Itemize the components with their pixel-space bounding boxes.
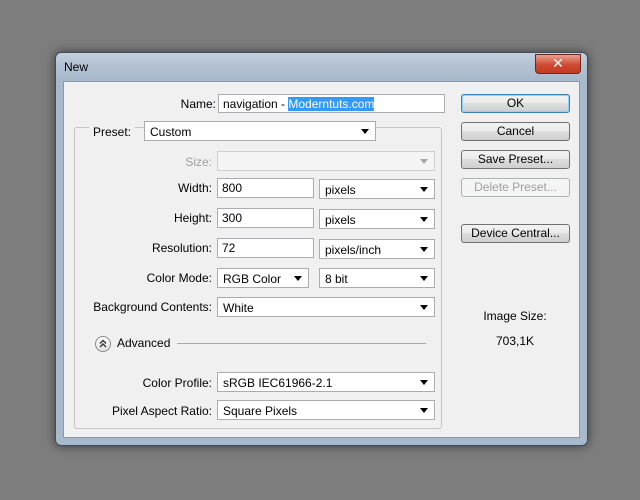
pixel-aspect-ratio-label: Pixel Aspect Ratio: bbox=[111, 404, 212, 418]
resolution-value: 72 bbox=[222, 241, 236, 255]
height-input[interactable]: 300 bbox=[217, 208, 314, 228]
height-label: Height: bbox=[173, 211, 212, 225]
pixel-aspect-ratio-value: Square Pixels bbox=[223, 404, 298, 418]
advanced-label[interactable]: Advanced bbox=[117, 336, 170, 350]
image-size-value: 703,1K bbox=[495, 334, 535, 348]
color-profile-value: sRGB IEC61966-2.1 bbox=[223, 376, 333, 390]
name-label: Name: bbox=[180, 97, 216, 111]
chevron-down-icon bbox=[420, 276, 428, 281]
name-selected-text: Moderntuts.com bbox=[288, 97, 375, 111]
bit-depth-value: 8 bit bbox=[325, 272, 348, 286]
save-preset-button[interactable]: Save Preset... bbox=[461, 150, 570, 169]
cancel-button[interactable]: Cancel bbox=[461, 122, 570, 141]
width-value: 800 bbox=[222, 181, 243, 195]
chevron-down-icon bbox=[420, 380, 428, 385]
chevron-down-icon bbox=[420, 408, 428, 413]
color-mode-label: Color Mode: bbox=[146, 271, 212, 285]
close-button[interactable]: ✕ bbox=[535, 54, 581, 74]
height-value: 300 bbox=[222, 211, 243, 225]
ok-button[interactable]: OK bbox=[461, 94, 570, 113]
dialog-body: Name: navigation - Moderntuts.com Preset… bbox=[63, 81, 580, 438]
chevron-down-icon bbox=[420, 159, 428, 164]
chevron-down-icon bbox=[420, 247, 428, 252]
width-input[interactable]: 800 bbox=[217, 178, 314, 198]
advanced-toggle-button[interactable] bbox=[95, 336, 111, 352]
name-text: navigation - bbox=[223, 97, 289, 111]
resolution-label: Resolution: bbox=[151, 241, 212, 255]
bit-depth-select[interactable]: 8 bit bbox=[319, 268, 435, 288]
delete-preset-button: Delete Preset... bbox=[461, 178, 570, 197]
new-document-dialog: New ✕ Name: navigation - Moderntuts.com … bbox=[55, 52, 588, 446]
color-profile-select[interactable]: sRGB IEC61966-2.1 bbox=[217, 372, 435, 392]
size-select bbox=[217, 151, 435, 171]
double-chevron-up-icon bbox=[99, 339, 107, 348]
preset-value: Custom bbox=[150, 125, 192, 139]
chevron-down-icon bbox=[294, 276, 302, 281]
size-label: Size: bbox=[185, 155, 212, 169]
color-mode-value: RGB Color bbox=[223, 272, 282, 286]
resolution-unit-select[interactable]: pixels/inch bbox=[319, 239, 435, 259]
chevron-down-icon bbox=[361, 129, 369, 134]
name-input[interactable]: navigation - Moderntuts.com bbox=[218, 94, 445, 113]
height-unit-select[interactable]: pixels bbox=[319, 209, 435, 229]
background-contents-label: Background Contents: bbox=[93, 300, 212, 314]
width-label: Width: bbox=[177, 181, 212, 195]
title-bar[interactable]: New ✕ bbox=[56, 53, 587, 81]
preset-select[interactable]: Custom bbox=[144, 121, 376, 141]
background-contents-value: White bbox=[223, 301, 254, 315]
color-mode-select[interactable]: RGB Color bbox=[217, 268, 309, 288]
color-profile-label: Color Profile: bbox=[142, 376, 212, 390]
preset-label: Preset: bbox=[88, 125, 135, 139]
width-unit-select[interactable]: pixels bbox=[319, 179, 435, 199]
height-unit-value: pixels bbox=[325, 213, 356, 227]
advanced-divider bbox=[177, 343, 426, 344]
chevron-down-icon bbox=[420, 305, 428, 310]
pixel-aspect-ratio-select[interactable]: Square Pixels bbox=[217, 400, 435, 420]
resolution-input[interactable]: 72 bbox=[217, 238, 314, 258]
chevron-down-icon bbox=[420, 187, 428, 192]
device-central-button[interactable]: Device Central... bbox=[461, 224, 570, 243]
background-contents-select[interactable]: White bbox=[217, 297, 435, 317]
resolution-unit-value: pixels/inch bbox=[325, 243, 382, 257]
close-icon: ✕ bbox=[552, 56, 564, 72]
dialog-title: New bbox=[64, 60, 89, 74]
image-size-label: Image Size: bbox=[483, 309, 547, 323]
width-unit-value: pixels bbox=[325, 183, 356, 197]
chevron-down-icon bbox=[420, 217, 428, 222]
